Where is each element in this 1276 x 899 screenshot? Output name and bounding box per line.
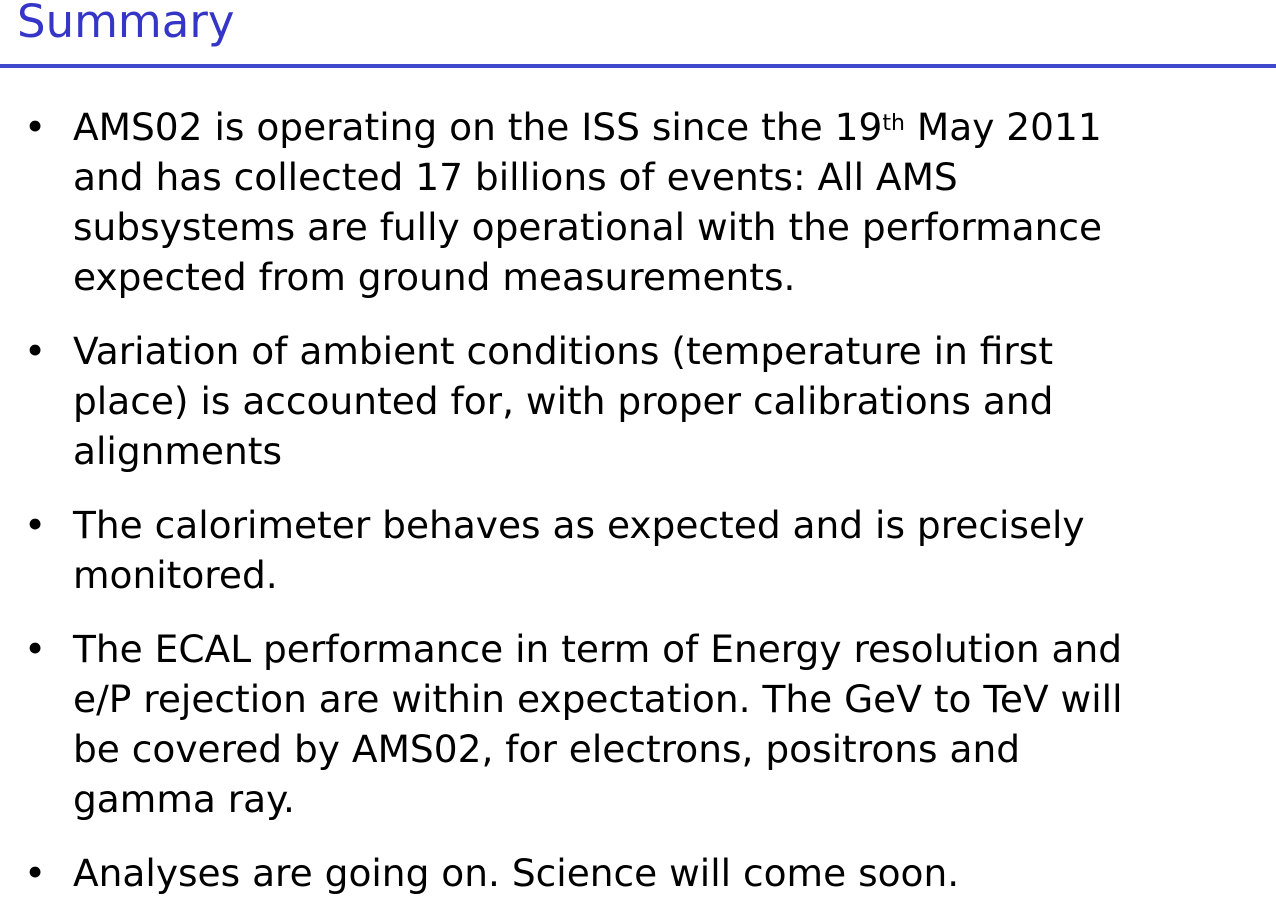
bullet-line: gamma ray. <box>73 777 295 821</box>
bullet-dot-icon: • <box>24 851 47 895</box>
bullet-item: • The ECAL performance in term of Energy… <box>0 624 1276 824</box>
bullet-line: Analyses are going on. Science will come… <box>73 851 960 895</box>
bullet-line: The ECAL performance in term of Energy r… <box>73 627 1123 671</box>
bullet-line: Variation of ambient conditions (tempera… <box>73 329 1054 373</box>
bullet-line: subsystems are fully operational with th… <box>73 205 1103 249</box>
bullet-text: The calorimeter behaves as expected and … <box>73 500 1276 600</box>
bullet-item: • Variation of ambient conditions (tempe… <box>0 326 1276 476</box>
bullet-line-text: May 2011 <box>904 105 1102 149</box>
bullet-line: The calorimeter behaves as expected and … <box>73 503 1085 547</box>
bullet-line: place) is accounted for, with proper cal… <box>73 379 1054 423</box>
bullet-item: • Analyses are going on. Science will co… <box>0 848 1276 898</box>
slide-title: Summary <box>17 0 235 48</box>
bullet-item: • The calorimeter behaves as expected an… <box>0 500 1276 600</box>
bullet-text: Variation of ambient conditions (tempera… <box>73 326 1276 476</box>
bullet-dot-icon: • <box>24 627 47 671</box>
bullet-dot-icon: • <box>24 503 47 547</box>
bullet-line: monitored. <box>73 553 278 597</box>
bullet-dot-icon: • <box>24 329 47 373</box>
superscript: th <box>882 111 905 136</box>
bullet-line-text: AMS02 is operating on the ISS since the … <box>73 105 883 149</box>
bullet-text: The ECAL performance in term of Energy r… <box>73 624 1276 824</box>
bullet-line: alignments <box>73 429 282 473</box>
bullet-list: • AMS02 is operating on the ISS since th… <box>0 102 1276 898</box>
bullet-text: AMS02 is operating on the ISS since the … <box>73 102 1276 302</box>
bullet-line: and has collected 17 billions of events:… <box>73 155 958 199</box>
bullet-line: AMS02 is operating on the ISS since the … <box>73 102 1276 152</box>
bullet-line: expected from ground measurements. <box>73 255 796 299</box>
title-underline <box>0 64 1276 68</box>
bullet-dot-icon: • <box>24 105 47 149</box>
bullet-line: e/P rejection are within expectation. Th… <box>73 677 1123 721</box>
bullet-line: be covered by AMS02, for electrons, posi… <box>73 727 1021 771</box>
bullet-item: • AMS02 is operating on the ISS since th… <box>0 102 1276 302</box>
bullet-text: Analyses are going on. Science will come… <box>73 848 1276 898</box>
